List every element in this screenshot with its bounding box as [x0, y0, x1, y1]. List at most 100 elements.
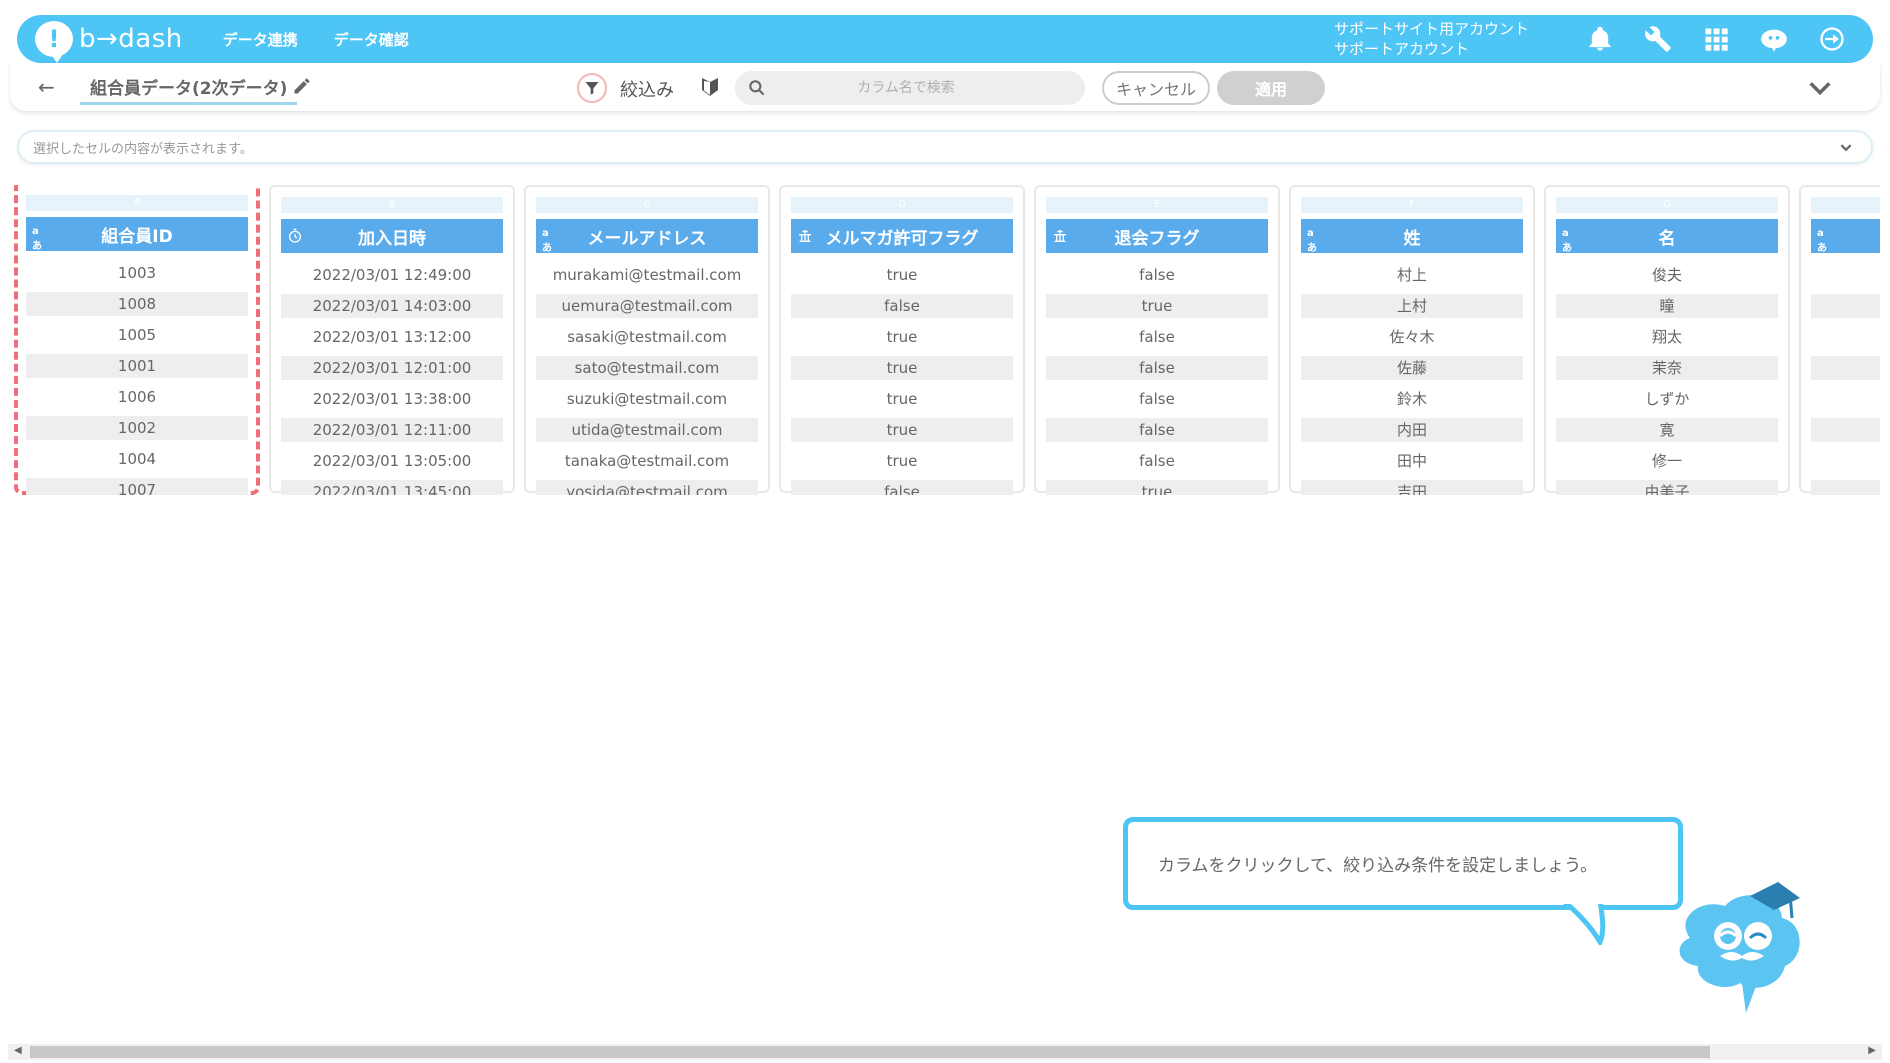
table-cell[interactable]: 1001 — [26, 354, 248, 378]
table-cell[interactable]: false — [791, 294, 1013, 318]
column-a[interactable]: Aaあ 組合員ID 1003 1008 1005 1001 1006 1002 1004 1007 — [14, 185, 260, 495]
table-cell[interactable]: false — [1046, 325, 1268, 349]
table-cell[interactable] — [1811, 449, 1880, 473]
table-cell[interactable] — [1811, 356, 1880, 380]
table-cell[interactable]: 上村 — [1301, 294, 1523, 318]
column-header[interactable]: aあ — [1811, 219, 1880, 254]
scrollbar-thumb[interactable] — [30, 1046, 1710, 1058]
table-cell[interactable]: sasaki@testmail.com — [536, 325, 758, 349]
table-cell[interactable]: 2022/03/01 13:45:00 — [281, 480, 503, 495]
table-cell[interactable]: uemura@testmail.com — [536, 294, 758, 318]
beginner-mark-icon[interactable] — [698, 75, 722, 99]
table-cell[interactable]: 1005 — [26, 323, 248, 347]
table-cell[interactable]: 1003 — [26, 261, 248, 285]
table-cell[interactable] — [1811, 325, 1880, 349]
column-header[interactable]: 退会フラグ — [1046, 219, 1268, 253]
table-cell[interactable]: true — [791, 356, 1013, 380]
bdash-logo[interactable]: ! b→dash — [35, 21, 183, 63]
table-cell[interactable]: 1004 — [26, 447, 248, 471]
nav-data-check[interactable]: データ確認 — [334, 29, 409, 50]
cancel-button[interactable]: キャンセル — [1102, 71, 1210, 105]
table-cell[interactable]: 2022/03/01 13:12:00 — [281, 325, 503, 349]
bell-icon[interactable] — [1585, 24, 1615, 54]
table-cell[interactable]: 佐藤 — [1301, 356, 1523, 380]
column-header[interactable]: aあ 名 — [1556, 219, 1778, 254]
logout-icon[interactable] — [1817, 24, 1847, 54]
table-cell[interactable]: utida@testmail.com — [536, 418, 758, 442]
table-cell[interactable]: false — [791, 480, 1013, 495]
table-cell[interactable]: 2022/03/01 14:03:00 — [281, 294, 503, 318]
table-cell[interactable]: 鈴木 — [1301, 387, 1523, 411]
table-cell[interactable]: しずか — [1556, 387, 1778, 411]
table-cell[interactable]: 俊夫 — [1556, 263, 1778, 287]
column-header[interactable]: aあ 組合員ID — [26, 217, 248, 252]
table-cell[interactable]: 瞳 — [1556, 294, 1778, 318]
table-cell[interactable]: tanaka@testmail.com — [536, 449, 758, 473]
table-cell[interactable]: 茉奈 — [1556, 356, 1778, 380]
table-cell[interactable]: suzuki@testmail.com — [536, 387, 758, 411]
table-cell[interactable]: true — [791, 418, 1013, 442]
table-cell[interactable]: false — [1046, 418, 1268, 442]
table-cell[interactable]: 村上 — [1301, 263, 1523, 287]
scroll-right-arrow-icon[interactable]: ▶ — [1868, 1045, 1876, 1056]
column-b[interactable]: B 加入日時 2022/03/01 12:49:00 2022/03/01 14:03… — [269, 185, 515, 495]
column-header[interactable]: 加入日時 — [281, 219, 503, 253]
table-cell[interactable]: 1008 — [26, 292, 248, 316]
account-info[interactable]: サポートサイト用アカウント サポートアカウント — [1334, 19, 1529, 59]
chevron-down-icon[interactable] — [1835, 136, 1857, 158]
column-e[interactable]: E 退会フラグ false true false false false false false… — [1034, 185, 1280, 495]
column-header[interactable]: メルマガ許可フラグ — [791, 219, 1013, 253]
table-cell[interactable]: 翔太 — [1556, 325, 1778, 349]
chevron-down-icon[interactable] — [1806, 74, 1834, 102]
table-cell[interactable] — [1811, 263, 1880, 287]
table-cell[interactable]: yosida@testmail.com — [536, 480, 758, 495]
table-cell[interactable]: true — [791, 449, 1013, 473]
table-cell[interactable]: false — [1046, 263, 1268, 287]
column-header[interactable]: aあ メールアドレス — [536, 219, 758, 254]
table-cell[interactable] — [1811, 418, 1880, 442]
apply-button[interactable]: 適用 — [1217, 71, 1325, 105]
table-cell[interactable]: 1007 — [26, 478, 248, 495]
column-g[interactable]: Gaあ 名俊夫瞳翔太 茉奈 しずか寛修一 由美子 — [1544, 185, 1790, 495]
table-cell[interactable] — [1811, 294, 1880, 318]
table-cell[interactable]: 修一 — [1556, 449, 1778, 473]
table-cell[interactable]: 1002 — [26, 416, 248, 440]
column-f[interactable]: Faあ 姓村上 上村 佐々木 佐藤 鈴木 内田 田中 吉田 — [1289, 185, 1535, 495]
table-cell[interactable]: false — [1046, 449, 1268, 473]
table-cell[interactable]: false — [1046, 387, 1268, 411]
table-cell[interactable]: true — [791, 387, 1013, 411]
table-cell[interactable]: 2022/03/01 13:38:00 — [281, 387, 503, 411]
table-cell[interactable]: 2022/03/01 13:05:00 — [281, 449, 503, 473]
table-cell[interactable]: 2022/03/01 12:11:00 — [281, 418, 503, 442]
table-cell[interactable]: 1006 — [26, 385, 248, 409]
apps-grid-icon[interactable] — [1701, 24, 1731, 54]
table-cell[interactable]: 田中 — [1301, 449, 1523, 473]
scroll-left-arrow-icon[interactable]: ◀ — [14, 1045, 22, 1056]
dataset-title[interactable]: 組合員データ(2次データ) — [80, 74, 298, 105]
table-cell[interactable]: sato@testmail.com — [536, 356, 758, 380]
mascot-chat-icon[interactable] — [1759, 24, 1789, 54]
table-cell[interactable]: false — [1046, 356, 1268, 380]
column-d[interactable]: D メルマガ許可フラグ true false true true true true true f… — [779, 185, 1025, 495]
table-cell[interactable]: true — [791, 325, 1013, 349]
table-cell[interactable]: 寛 — [1556, 418, 1778, 442]
column-h[interactable]: Haあ — [1799, 185, 1880, 495]
horizontal-scrollbar[interactable]: ◀ ▶ — [8, 1044, 1882, 1060]
table-cell[interactable]: 吉田 — [1301, 480, 1523, 495]
table-cell[interactable]: true — [1046, 480, 1268, 495]
back-arrow-icon[interactable]: ← — [38, 75, 55, 99]
cell-content-bar[interactable]: 選択したセルの内容が表示されます。 — [17, 130, 1873, 164]
column-search-box[interactable] — [735, 71, 1085, 105]
table-cell[interactable]: 由美子 — [1556, 480, 1778, 495]
column-c[interactable]: Caあ メールアドレス murakami@testmail.com uemura@te… — [524, 185, 770, 495]
table-cell[interactable]: 佐々木 — [1301, 325, 1523, 349]
table-cell[interactable] — [1811, 480, 1880, 495]
filter-funnel-icon[interactable] — [577, 73, 607, 103]
pencil-edit-icon[interactable] — [292, 76, 312, 96]
column-header[interactable]: aあ 姓 — [1301, 219, 1523, 254]
table-cell[interactable]: 内田 — [1301, 418, 1523, 442]
table-cell[interactable]: 2022/03/01 12:01:00 — [281, 356, 503, 380]
table-cell[interactable]: true — [1046, 294, 1268, 318]
column-search-input[interactable] — [767, 80, 1045, 96]
wrench-icon[interactable] — [1643, 24, 1673, 54]
